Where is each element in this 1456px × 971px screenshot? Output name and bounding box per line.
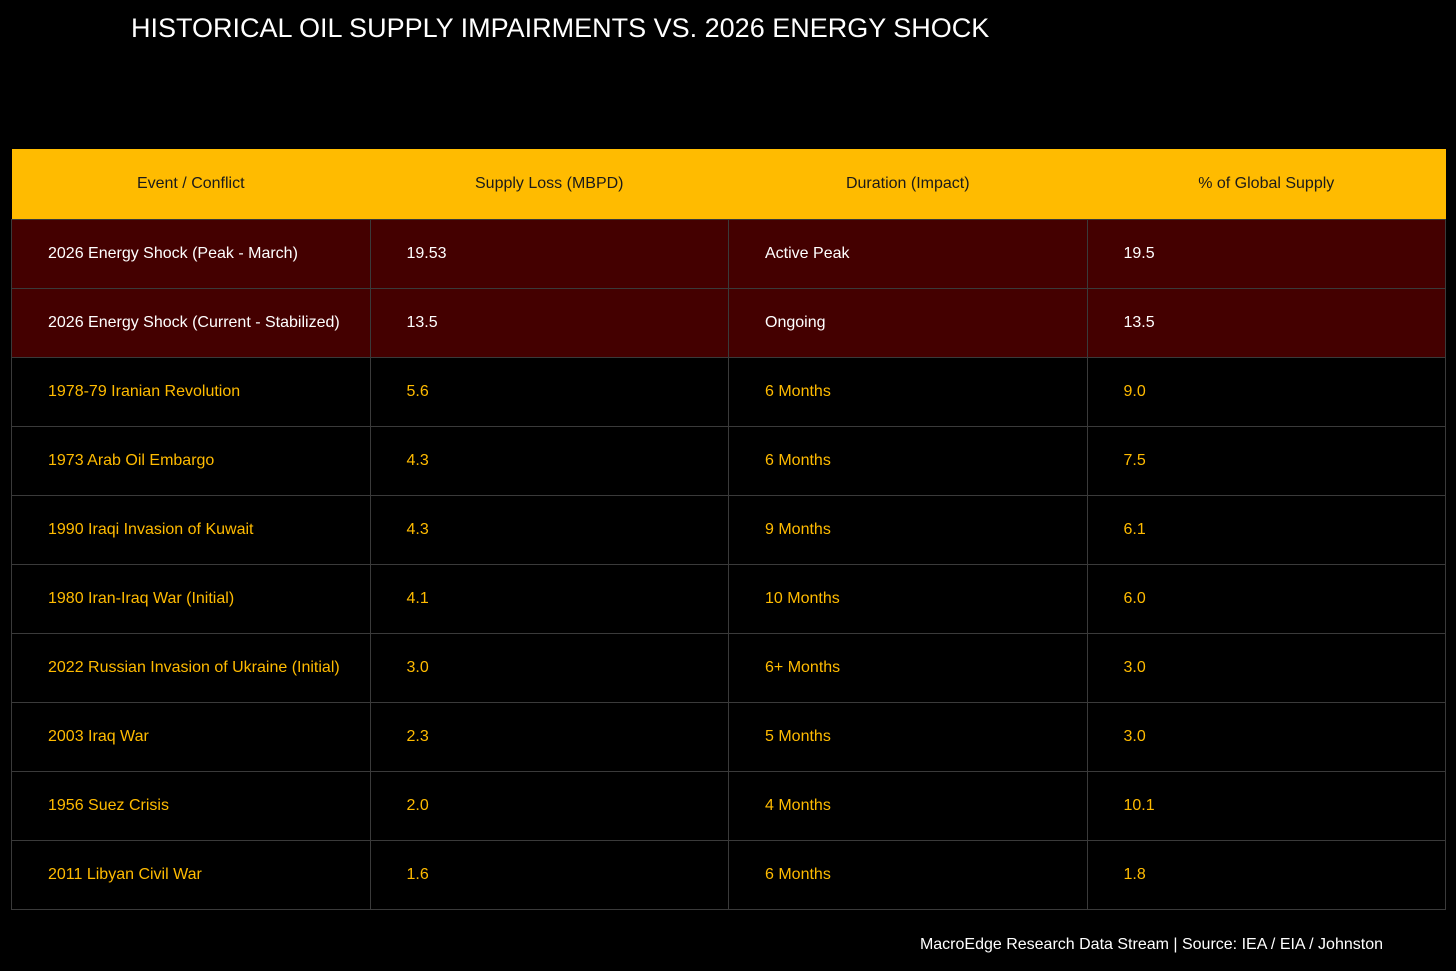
cell-event: 1956 Suez Crisis <box>11 771 371 841</box>
source-note: MacroEdge Research Data Stream | Source:… <box>919 936 1383 953</box>
table-row: 1973 Arab Oil Embargo 4.3 6 Months 7.5 <box>11 426 1446 496</box>
table-row: 2026 Energy Shock (Current - Stabilized)… <box>11 288 1446 358</box>
table-row: 1980 Iran-Iraq War (Initial) 4.1 10 Months… <box>11 564 1446 634</box>
cell-supply-loss: 4.1 <box>369 564 729 634</box>
cell-event: 1990 Iraqi Invasion of Kuwait <box>11 495 371 565</box>
cell-event: 2003 Iraq War <box>11 702 371 772</box>
table-row: 2022 Russian Invasion of Ukraine (Initia… <box>11 633 1446 703</box>
cell-supply-loss: 4.3 <box>369 495 729 565</box>
column-header-event: Event / Conflict <box>11 149 370 220</box>
table-row: 2026 Energy Shock (Peak - March) 19.53 Act… <box>11 219 1446 289</box>
column-header-duration: Duration (Impact) <box>728 149 1087 220</box>
table-body: 2026 Energy Shock (Peak - March) 19.53 Act… <box>11 219 1446 910</box>
table-row: 1990 Iraqi Invasion of Kuwait 4.3 9 Months… <box>11 495 1446 565</box>
table-header-row: Event / Conflict Supply Loss (MBPD) Dura… <box>11 149 1446 220</box>
cell-duration: Active Peak <box>728 219 1088 289</box>
cell-pct-global: 6.1 <box>1086 495 1446 565</box>
cell-event: 2026 Energy Shock (Current - Stabilized) <box>11 288 371 358</box>
cell-supply-loss: 5.6 <box>369 357 729 427</box>
table-row: 2011 Libyan Civil War 1.6 6 Months 1.8 <box>11 840 1446 910</box>
cell-event: 1973 Arab Oil Embargo <box>11 426 371 496</box>
cell-duration: 6 Months <box>728 426 1088 496</box>
cell-duration: Ongoing <box>728 288 1088 358</box>
chart-title: HISTORICAL OIL SUPPLY IMPAIRMENTS VS. 20… <box>131 13 990 43</box>
cell-supply-loss: 2.0 <box>369 771 729 841</box>
column-header-supply-loss: Supply Loss (MBPD) <box>370 149 729 220</box>
cell-duration: 10 Months <box>728 564 1088 634</box>
cell-event: 2022 Russian Invasion of Ukraine (Initia… <box>11 633 371 703</box>
cell-supply-loss: 2.3 <box>369 702 729 772</box>
cell-pct-global: 13.5 <box>1086 288 1446 358</box>
cell-supply-loss: 19.53 <box>369 219 729 289</box>
cell-pct-global: 1.8 <box>1086 840 1446 910</box>
oil-supply-table: Event / Conflict Supply Loss (MBPD) Dura… <box>11 149 1446 910</box>
cell-pct-global: 6.0 <box>1086 564 1446 634</box>
table-row: 1978-79 Iranian Revolution 5.6 6 Months 9.0 <box>11 357 1446 427</box>
cell-event: 2011 Libyan Civil War <box>11 840 371 910</box>
cell-pct-global: 19.5 <box>1086 219 1446 289</box>
cell-event: 1978-79 Iranian Revolution <box>11 357 371 427</box>
cell-supply-loss: 1.6 <box>369 840 729 910</box>
cell-pct-global: 3.0 <box>1086 702 1446 772</box>
table-row: 2003 Iraq War 2.3 5 Months 3.0 <box>11 702 1446 772</box>
table-row: 1956 Suez Crisis 2.0 4 Months 10.1 <box>11 771 1446 841</box>
column-header-pct-global: % of Global Supply <box>1087 149 1446 220</box>
cell-pct-global: 9.0 <box>1086 357 1446 427</box>
cell-pct-global: 10.1 <box>1086 771 1446 841</box>
cell-duration: 9 Months <box>728 495 1088 565</box>
cell-pct-global: 7.5 <box>1086 426 1446 496</box>
cell-event: 2026 Energy Shock (Peak - March) <box>11 219 371 289</box>
cell-duration: 4 Months <box>728 771 1088 841</box>
cell-event: 1980 Iran-Iraq War (Initial) <box>11 564 371 634</box>
cell-supply-loss: 13.5 <box>369 288 729 358</box>
cell-supply-loss: 3.0 <box>369 633 729 703</box>
cell-supply-loss: 4.3 <box>369 426 729 496</box>
cell-duration: 6 Months <box>728 357 1088 427</box>
cell-duration: 6 Months <box>728 840 1088 910</box>
cell-duration: 5 Months <box>728 702 1088 772</box>
cell-pct-global: 3.0 <box>1086 633 1446 703</box>
cell-duration: 6+ Months <box>728 633 1088 703</box>
